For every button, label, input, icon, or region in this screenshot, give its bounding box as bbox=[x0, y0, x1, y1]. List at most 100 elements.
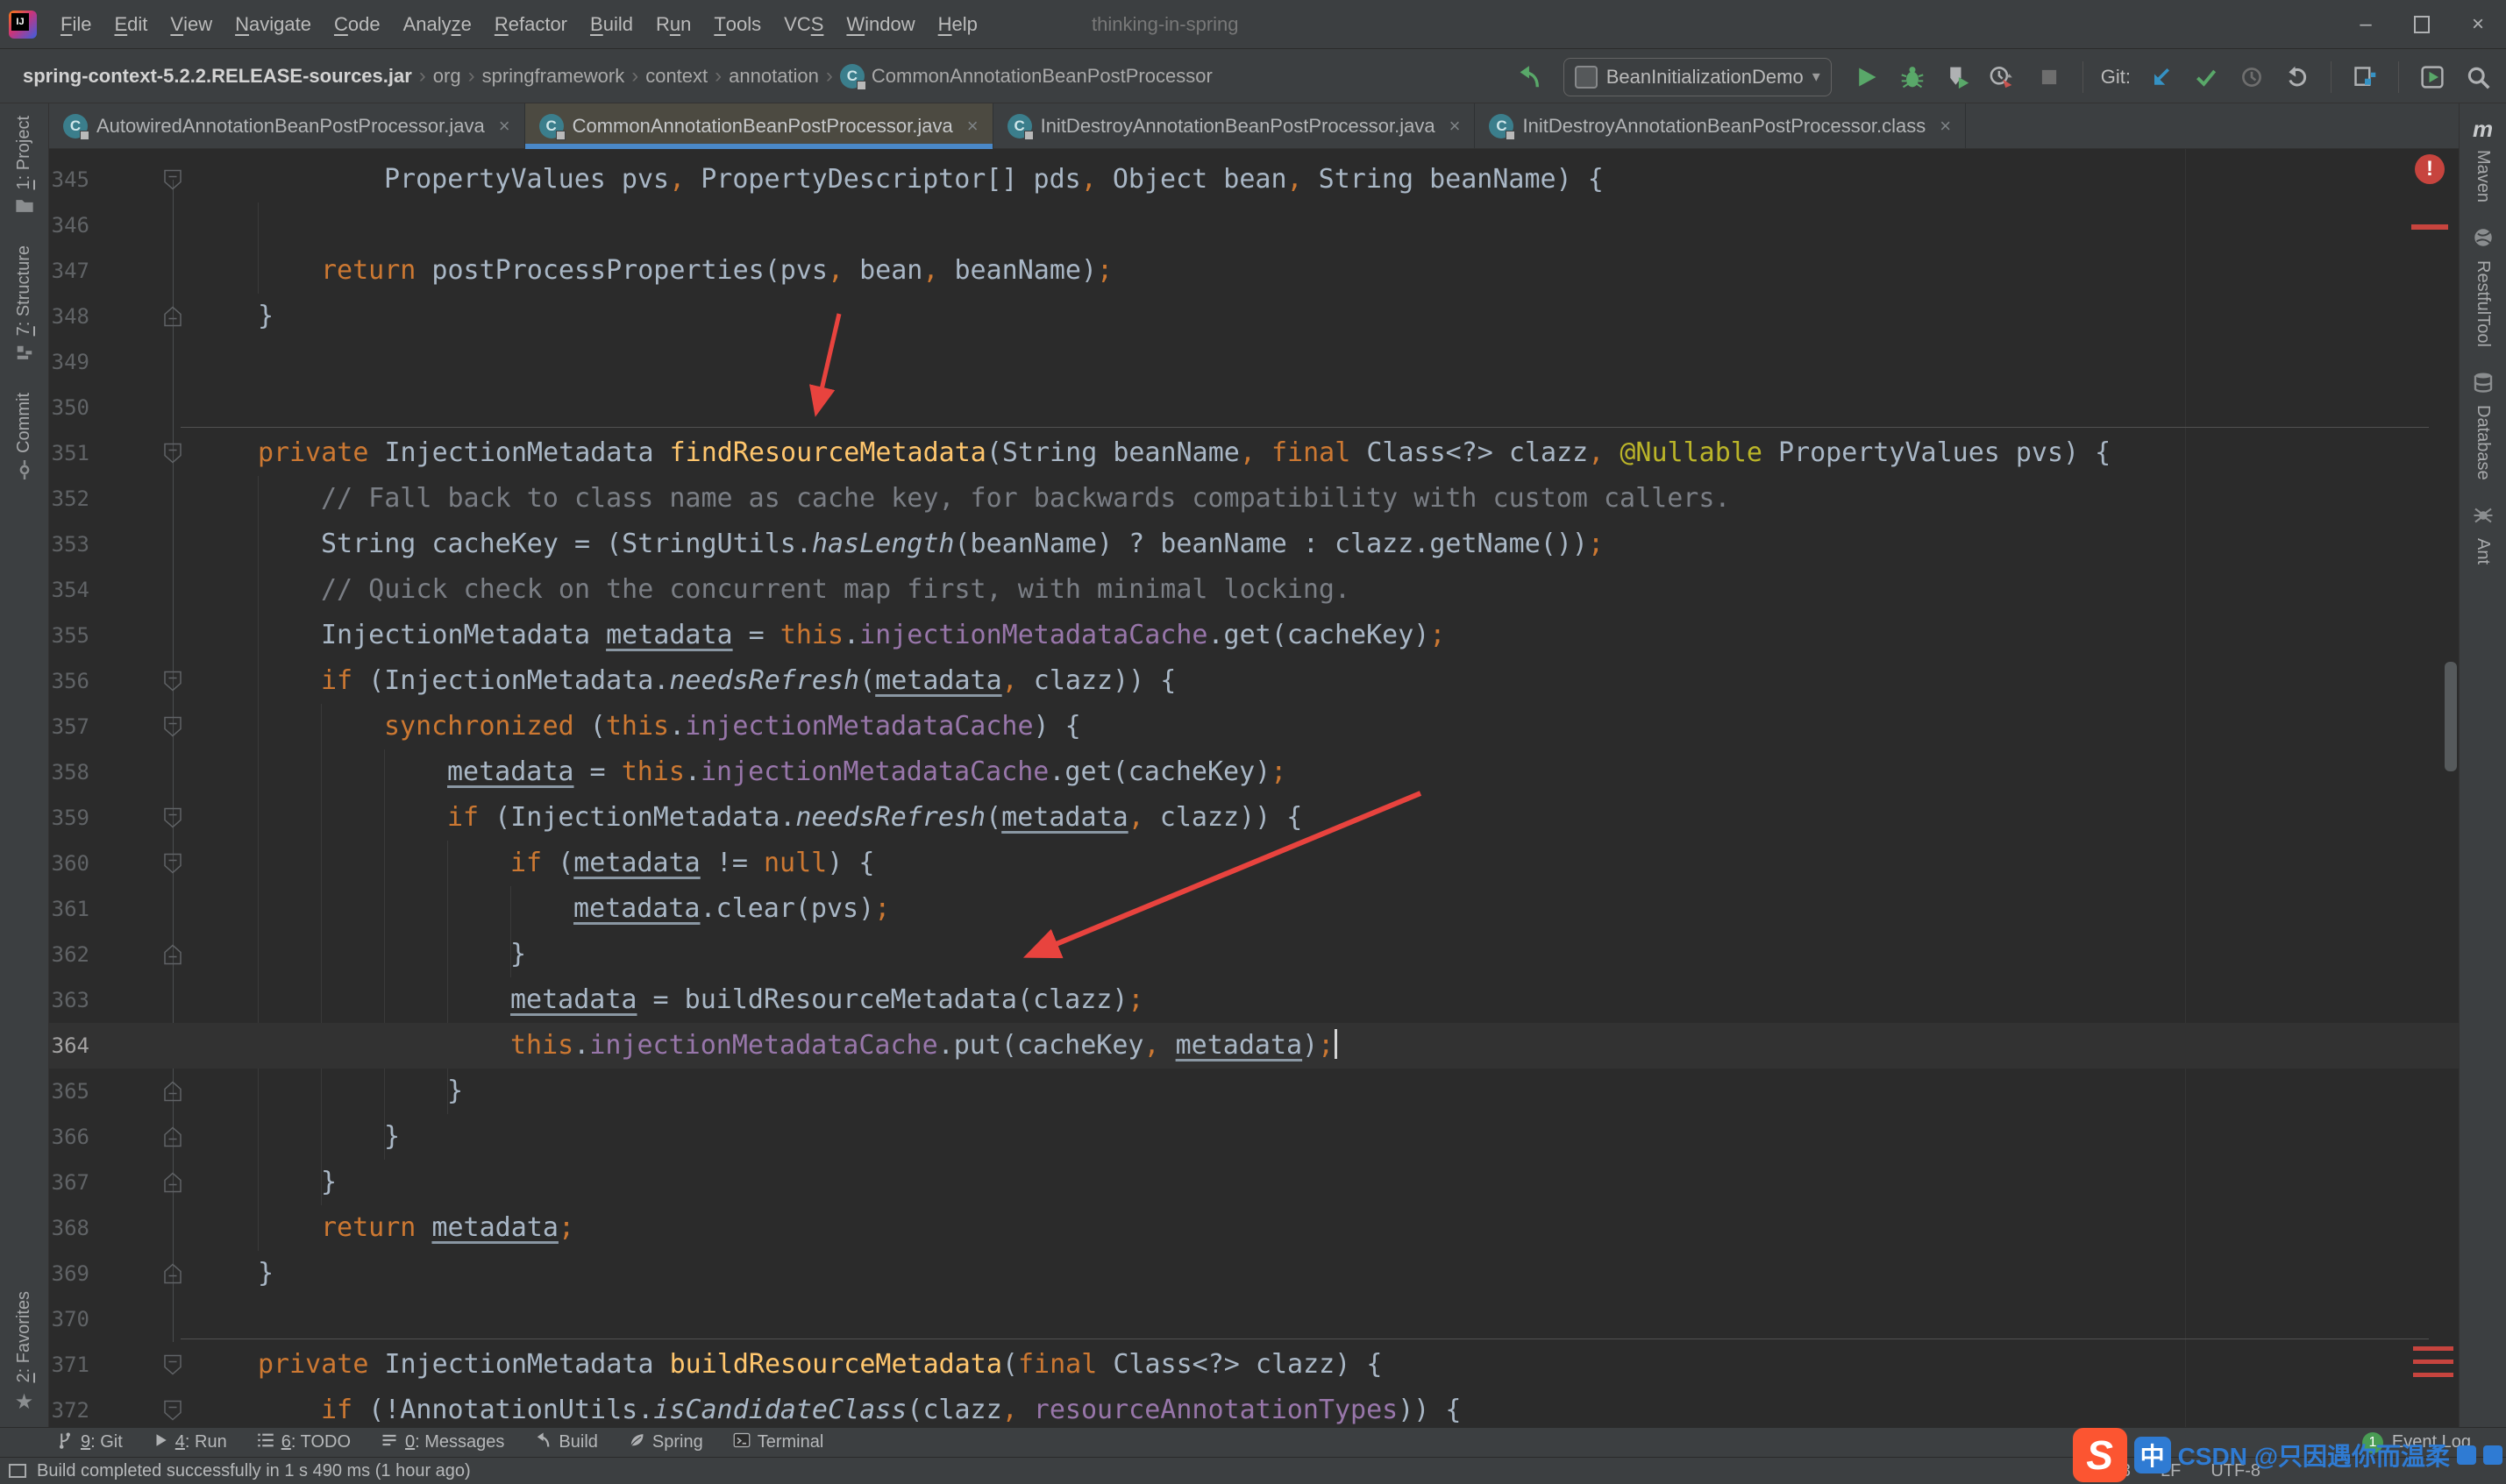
close-icon[interactable]: × bbox=[967, 115, 979, 138]
menu-vcs[interactable]: VCS bbox=[772, 0, 835, 48]
menu-edit[interactable]: Edit bbox=[103, 0, 159, 48]
fold-down-icon[interactable] bbox=[163, 169, 182, 190]
maximize-button[interactable] bbox=[2394, 0, 2450, 49]
compare-structure-icon[interactable] bbox=[2349, 61, 2381, 93]
close-icon[interactable]: × bbox=[499, 115, 510, 138]
tool-window-button-build[interactable]: Build bbox=[534, 1431, 597, 1454]
history-button[interactable] bbox=[2236, 61, 2268, 93]
tool-window-button-terminal[interactable]: Terminal bbox=[733, 1431, 824, 1454]
breadcrumb-item[interactable]: context bbox=[642, 65, 711, 88]
menu-run[interactable]: Run bbox=[644, 0, 702, 48]
profiler-button[interactable] bbox=[1988, 61, 2019, 93]
menu-navigate[interactable]: Navigate bbox=[224, 0, 323, 48]
menu-view[interactable]: View bbox=[159, 0, 224, 48]
fold-up-icon[interactable] bbox=[163, 1263, 182, 1284]
fold-down-icon[interactable] bbox=[163, 807, 182, 828]
fold-up-icon[interactable] bbox=[163, 1126, 182, 1147]
breadcrumb-item[interactable]: spring-context-5.2.2.RELEASE-sources.jar bbox=[19, 65, 416, 88]
code-line-354[interactable]: 354// Quick check on the concurrent map … bbox=[49, 567, 2459, 613]
tool-window-button-spring[interactable]: Spring bbox=[628, 1431, 703, 1454]
tool-window-button-ant[interactable]: Ant bbox=[2473, 505, 2494, 564]
tool-window-toggle-icon[interactable] bbox=[9, 1464, 26, 1478]
menu-tools[interactable]: Tools bbox=[702, 0, 772, 48]
code-line-366[interactable]: 366} bbox=[49, 1114, 2459, 1160]
fold-down-icon[interactable] bbox=[163, 1354, 182, 1375]
fold-up-icon[interactable] bbox=[163, 944, 182, 965]
code-line-349[interactable]: 349 bbox=[49, 339, 2459, 385]
stop-button[interactable] bbox=[2033, 61, 2065, 93]
run-with-coverage-button[interactable] bbox=[1942, 61, 1974, 93]
code-line-356[interactable]: 356if (InjectionMetadata.needsRefresh(me… bbox=[49, 658, 2459, 704]
fold-up-icon[interactable] bbox=[163, 1081, 182, 1102]
scrollbar-thumb[interactable] bbox=[2445, 662, 2457, 771]
tool-window-button-commit[interactable]: Commit bbox=[14, 393, 34, 485]
code-line-346[interactable]: 346 bbox=[49, 202, 2459, 248]
tool-window-button-0-messages[interactable]: 0: Messages bbox=[381, 1431, 504, 1454]
run-configuration-select[interactable]: BeanInitializationDemo ▾ bbox=[1563, 58, 1832, 96]
update-project-button[interactable] bbox=[2145, 61, 2176, 93]
code-line-369[interactable]: 369} bbox=[49, 1251, 2459, 1296]
tool-window-button-2-favorites[interactable]: 2: Favorites★ bbox=[14, 1291, 34, 1415]
code-line-371[interactable]: 371private InjectionMetadata buildResour… bbox=[49, 1342, 2459, 1388]
debug-button[interactable] bbox=[1897, 61, 1928, 93]
breadcrumb-item[interactable]: org bbox=[430, 65, 465, 88]
code-line-352[interactable]: 352// Fall back to class name as cache k… bbox=[49, 476, 2459, 522]
menu-window[interactable]: Window bbox=[835, 0, 926, 48]
code-line-368[interactable]: 368return metadata; bbox=[49, 1205, 2459, 1251]
code-line-363[interactable]: 363metadata = buildResourceMetadata(claz… bbox=[49, 977, 2459, 1023]
menu-refactor[interactable]: Refactor bbox=[483, 0, 579, 48]
tool-window-button-4-run[interactable]: 4: Run bbox=[153, 1432, 227, 1453]
code-line-362[interactable]: 362} bbox=[49, 932, 2459, 977]
code-line-360[interactable]: 360if (metadata != null) { bbox=[49, 841, 2459, 886]
code-line-357[interactable]: 357synchronized (this.injectionMetadataC… bbox=[49, 704, 2459, 749]
error-stripe-mark[interactable] bbox=[2411, 224, 2448, 230]
code-line-370[interactable]: 370 bbox=[49, 1296, 2459, 1342]
code-line-348[interactable]: 348} bbox=[49, 294, 2459, 339]
editor-tab[interactable]: CCommonAnnotationBeanPostProcessor.java× bbox=[525, 103, 993, 148]
build-project-icon[interactable] bbox=[1513, 61, 1544, 93]
error-indicator-badge[interactable]: ! bbox=[2415, 154, 2445, 184]
error-stripe-mark[interactable] bbox=[2413, 1373, 2453, 1377]
code-line-353[interactable]: 353String cacheKey = (StringUtils.hasLen… bbox=[49, 522, 2459, 567]
code-line-365[interactable]: 365} bbox=[49, 1069, 2459, 1114]
tool-window-button-9-git[interactable]: 9: Git bbox=[56, 1431, 123, 1454]
breadcrumb-item[interactable]: annotation bbox=[725, 65, 822, 88]
fold-down-icon[interactable] bbox=[163, 671, 182, 692]
fold-up-icon[interactable] bbox=[163, 306, 182, 327]
code-line-372[interactable]: 372if (!AnnotationUtils.isCandidateClass… bbox=[49, 1388, 2459, 1427]
code-line-359[interactable]: 359if (InjectionMetadata.needsRefresh(me… bbox=[49, 795, 2459, 841]
commit-button[interactable] bbox=[2190, 61, 2222, 93]
code-line-345[interactable]: 345PropertyValues pvs, PropertyDescripto… bbox=[49, 157, 2459, 202]
search-everywhere-icon[interactable] bbox=[2462, 61, 2494, 93]
fold-down-icon[interactable] bbox=[163, 443, 182, 464]
tool-window-button-7-structure[interactable]: 7: Structure bbox=[14, 245, 34, 367]
tool-window-button-restfultool[interactable]: RestfulTool bbox=[2473, 227, 2494, 347]
error-stripe-mark[interactable] bbox=[2413, 1346, 2453, 1351]
tool-window-button-1-project[interactable]: 1: Project bbox=[14, 116, 34, 221]
error-stripe-mark[interactable] bbox=[2413, 1360, 2453, 1364]
rollback-button[interactable] bbox=[2282, 61, 2313, 93]
tool-window-button-6-todo[interactable]: 6: TODO bbox=[257, 1431, 351, 1454]
menu-file[interactable]: File bbox=[49, 0, 103, 48]
minimize-button[interactable]: – bbox=[2338, 0, 2394, 49]
run-button[interactable] bbox=[1851, 61, 1883, 93]
code-line-355[interactable]: 355InjectionMetadata metadata = this.inj… bbox=[49, 613, 2459, 658]
editor-tab[interactable]: CInitDestroyAnnotationBeanPostProcessor.… bbox=[993, 103, 1476, 148]
menu-help[interactable]: Help bbox=[927, 0, 989, 48]
menu-code[interactable]: Code bbox=[323, 0, 392, 48]
editor-tab[interactable]: CAutowiredAnnotationBeanPostProcessor.ja… bbox=[49, 103, 525, 148]
menu-analyze[interactable]: Analyze bbox=[392, 0, 483, 48]
code-line-351[interactable]: 351private InjectionMetadata findResourc… bbox=[49, 430, 2459, 476]
code-line-361[interactable]: 361metadata.clear(pvs); bbox=[49, 886, 2459, 932]
code-editor[interactable]: 345PropertyValues pvs, PropertyDescripto… bbox=[49, 149, 2459, 1427]
breadcrumb-item[interactable]: CCommonAnnotationBeanPostProcessor bbox=[837, 64, 1216, 89]
breadcrumb-item[interactable]: springframework bbox=[479, 65, 629, 88]
code-line-347[interactable]: 347return postProcessProperties(pvs, bea… bbox=[49, 248, 2459, 294]
fold-down-icon[interactable] bbox=[163, 1400, 182, 1421]
fold-down-icon[interactable] bbox=[163, 853, 182, 874]
close-button[interactable]: × bbox=[2450, 0, 2506, 49]
tool-window-button-database[interactable]: Database bbox=[2473, 372, 2494, 480]
fold-up-icon[interactable] bbox=[163, 1172, 182, 1193]
close-icon[interactable]: × bbox=[1449, 115, 1461, 138]
fold-down-icon[interactable] bbox=[163, 716, 182, 737]
